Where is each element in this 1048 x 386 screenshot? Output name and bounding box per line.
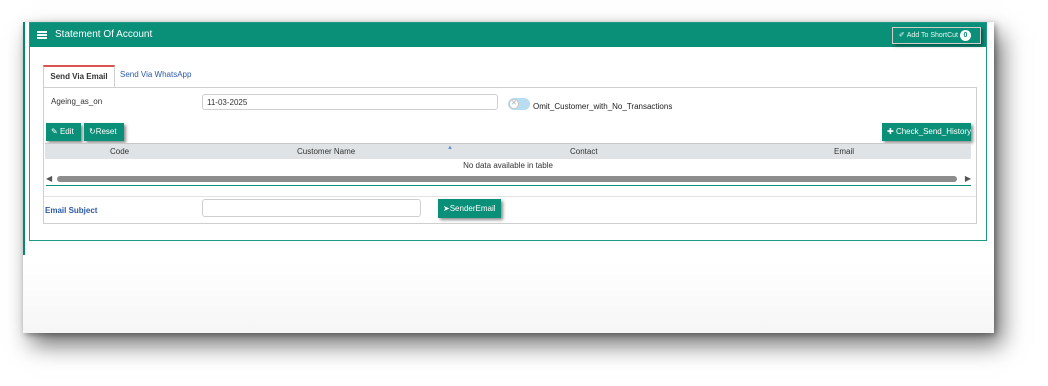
edit-button[interactable]: ✎ Edit	[46, 123, 81, 141]
tab-send-via-whatsapp[interactable]: Send Via WhatsApp	[120, 65, 191, 85]
reset-label: Reset	[95, 127, 117, 136]
email-subject-input[interactable]	[202, 199, 421, 217]
window-footer-area	[23, 262, 994, 333]
customer-table: Code Customer Name ▲ Contact Email No da…	[45, 143, 971, 186]
sender-email-button[interactable]: ➤SenderEmail	[438, 199, 501, 218]
toggle-off-icon: ✕	[511, 100, 517, 107]
scroll-right-icon[interactable]: ▶	[965, 174, 971, 183]
table-header: Code Customer Name ▲ Contact Email	[45, 143, 971, 159]
plus-icon: ✚	[887, 127, 894, 136]
hamburger-menu-icon[interactable]	[37, 31, 47, 39]
omit-customer-label: Omit_Customer_with_No_Transactions	[533, 102, 673, 111]
add-to-shortcut-label: Add To ShortCut	[906, 32, 958, 39]
ageing-date-input[interactable]: 11-03-2025	[202, 94, 498, 110]
scroll-left-icon[interactable]: ◀	[46, 174, 52, 183]
column-header-email[interactable]: Email	[834, 147, 854, 156]
email-subject-label: Email Subject	[45, 206, 98, 215]
column-header-customer-name[interactable]: Customer Name	[297, 147, 355, 156]
left-accent-rule	[23, 22, 25, 255]
omit-customer-toggle[interactable]: ✕	[508, 98, 530, 110]
panel-header: Statement Of Account ✐ Add To ShortCut 0	[30, 23, 986, 47]
ageing-label: Ageing_as_on	[51, 97, 103, 106]
edit-label: Edit	[59, 127, 74, 136]
table-empty-message: No data available in table	[463, 161, 553, 170]
column-header-contact[interactable]: Contact	[570, 147, 598, 156]
refresh-icon: ↻	[89, 127, 96, 136]
add-to-shortcut-button[interactable]: ✐ Add To ShortCut 0	[891, 27, 981, 44]
shortcut-count-badge: 0	[960, 30, 971, 41]
section-divider	[44, 196, 976, 197]
check-history-label: Check_Send_History	[895, 127, 972, 136]
edit-icon: ✎	[51, 127, 58, 136]
page-title: Statement Of Account	[55, 29, 153, 40]
tab-content: Ageing_as_on 11-03-2025 ✕ Omit_Customer_…	[43, 87, 977, 224]
statement-panel: Statement Of Account ✐ Add To ShortCut 0 …	[29, 22, 987, 241]
window: Statement Of Account ✐ Add To ShortCut 0 …	[23, 22, 994, 333]
tab-send-via-email[interactable]: Send Via Email	[43, 65, 115, 87]
column-header-code[interactable]: Code	[110, 147, 129, 156]
pin-icon: ✐	[898, 32, 905, 39]
scroll-thumb[interactable]	[57, 176, 957, 182]
sort-ascending-icon[interactable]: ▲	[447, 145, 453, 151]
check-send-history-button[interactable]: ✚ Check_Send_History	[882, 123, 971, 141]
reset-button[interactable]: ↻Reset	[84, 123, 124, 141]
table-bottom-rule	[46, 185, 971, 186]
sender-email-label: SenderEmail	[449, 204, 496, 213]
send-icon: ➤	[443, 204, 450, 213]
horizontal-scrollbar[interactable]: ◀ ▶	[45, 173, 971, 186]
